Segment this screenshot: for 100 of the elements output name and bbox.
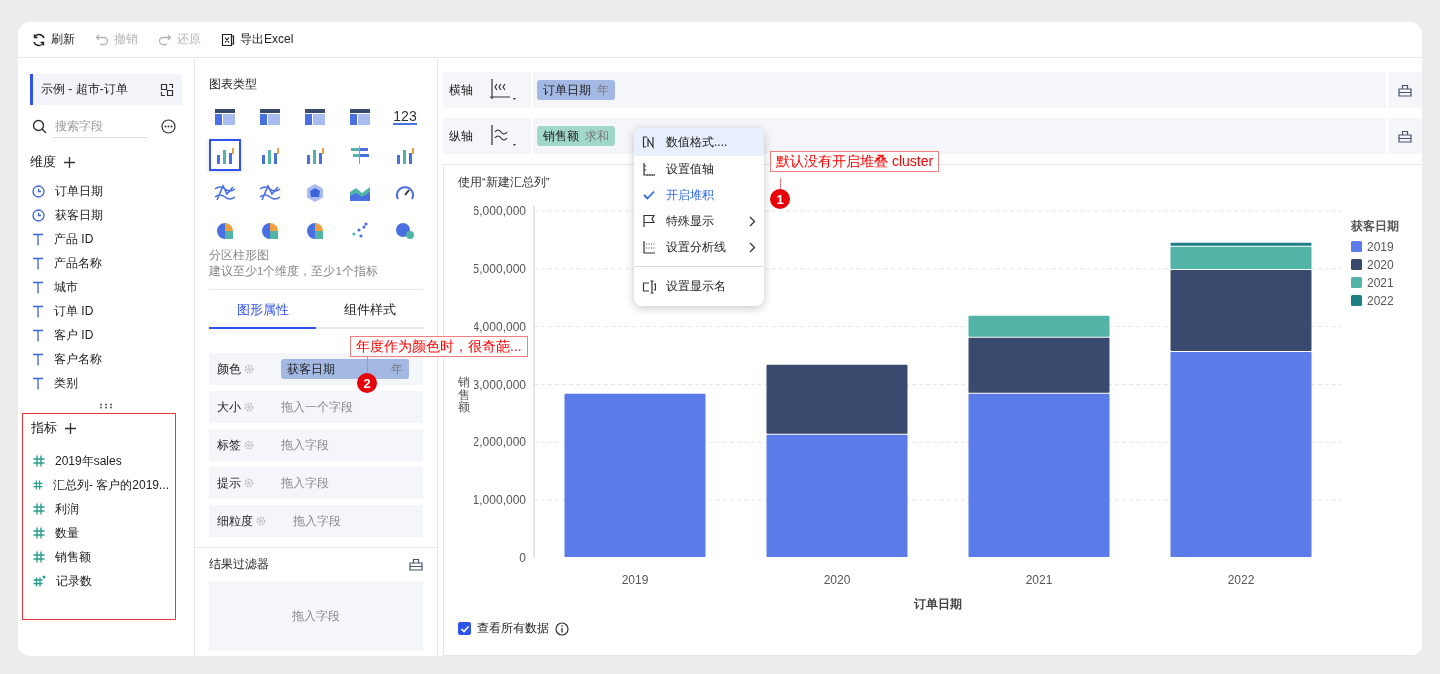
- tick-label: 0: [518, 551, 526, 565]
- annotation-note: 年度作为颜色时，很奇葩...: [350, 336, 528, 357]
- axis-label: 纵轴: [449, 127, 474, 145]
- hash-icon: [33, 527, 45, 539]
- info-icon[interactable]: [555, 621, 569, 636]
- field-item[interactable]: 产品 ID: [30, 227, 182, 251]
- chart-type-hint: 建议至少1个维度，至少1个指标: [209, 264, 379, 279]
- menu-item[interactable]: 特殊显示: [634, 208, 764, 234]
- drop-zone[interactable]: 拖入字段: [281, 436, 329, 454]
- property-label: 提示: [217, 474, 241, 492]
- checkbox-label: 查看所有数据: [477, 620, 549, 637]
- axis-type-icon[interactable]: [489, 124, 519, 148]
- field-pill[interactable]: 订单日期 年: [537, 80, 615, 100]
- section-title: 维度: [30, 154, 56, 171]
- bars-chart-icon[interactable]: [209, 139, 241, 171]
- analysis-line-icon: [642, 240, 656, 254]
- property-label: 大小: [217, 398, 241, 416]
- tick-label: 2020: [823, 573, 850, 587]
- tab[interactable]: 图形属性: [209, 298, 316, 329]
- briefcase-icon[interactable]: [1398, 129, 1412, 143]
- legend-label: 2020: [1366, 258, 1394, 272]
- drop-zone[interactable]: 拖入字段: [293, 512, 341, 530]
- axis-label: 横轴: [449, 81, 474, 99]
- legend-label: 2019: [1366, 240, 1394, 254]
- field-item[interactable]: 记录数: [31, 569, 169, 593]
- add-icon[interactable]: [64, 157, 75, 168]
- clock-icon: [32, 208, 45, 222]
- chevron-right-icon: [749, 215, 756, 227]
- axis-type-icon[interactable]: [489, 78, 519, 102]
- drop-zone[interactable]: 拖入字段: [209, 581, 423, 651]
- clock-icon: [32, 184, 45, 198]
- tick-label: 2,000,000: [473, 435, 526, 450]
- section-title: 图表类型: [209, 76, 258, 93]
- section-title: 指标: [31, 420, 57, 437]
- field-pill[interactable]: 销售额 求和: [537, 126, 615, 146]
- text-type-icon: [32, 256, 44, 270]
- redo-icon: [158, 32, 172, 47]
- flag-icon: [642, 214, 656, 228]
- axis-title: 订单日期: [913, 597, 962, 611]
- resize-handle[interactable]: [99, 403, 113, 409]
- tick-label: 2021: [1025, 573, 1052, 587]
- text-type-icon: [32, 232, 44, 246]
- tick-label: 1,000,000: [473, 493, 526, 508]
- field-item[interactable]: 订单 ID: [30, 299, 182, 323]
- field-item[interactable]: 类别: [30, 371, 182, 395]
- tab[interactable]: 组件样式: [316, 298, 423, 329]
- field-item[interactable]: 订单日期: [30, 179, 182, 203]
- field-item[interactable]: 客户 ID: [30, 323, 182, 347]
- add-icon[interactable]: [65, 423, 76, 434]
- legend-title: 获客日期: [1350, 219, 1399, 233]
- axis-title: 销售额: [458, 376, 470, 414]
- toolbar-button[interactable]: 刷新: [26, 31, 81, 48]
- menu-item[interactable]: 设置显示名: [634, 266, 764, 300]
- more-icon[interactable]: [161, 119, 176, 134]
- checkbox[interactable]: [458, 622, 471, 635]
- dataset-selector[interactable]: 示例 - 超市-订单: [30, 74, 182, 105]
- field-item[interactable]: 数量: [31, 521, 169, 545]
- briefcase-icon[interactable]: [1398, 83, 1412, 97]
- chart-type-name: 分区柱形图: [209, 248, 270, 263]
- chevron-right-icon: [749, 241, 756, 253]
- menu-item[interactable]: 设置值轴: [634, 156, 764, 182]
- briefcase-icon[interactable]: [409, 558, 423, 571]
- tick-label: 2019: [621, 573, 648, 587]
- text-type-icon: [32, 376, 44, 390]
- undo-icon: [95, 32, 109, 47]
- field-item[interactable]: 2019年sales: [31, 449, 169, 473]
- field-item[interactable]: 客户名称: [30, 347, 182, 371]
- chart-caption: 使用“新建汇总列”: [458, 175, 551, 190]
- menu-item[interactable]: 数值格式....: [634, 128, 764, 156]
- field-item[interactable]: 产品名称: [30, 251, 182, 275]
- hash-icon: [33, 503, 45, 515]
- field-item[interactable]: 汇总列- 客户的2019...: [31, 473, 169, 497]
- field-item[interactable]: 销售额: [31, 545, 169, 569]
- number-chart-option[interactable]: 123: [389, 101, 421, 133]
- drop-zone[interactable]: 拖入一个字段: [281, 398, 353, 416]
- text-type-icon: [32, 304, 44, 318]
- text-type-icon: [32, 328, 44, 342]
- text-type-icon: [32, 280, 44, 294]
- axis-icon: [642, 162, 656, 176]
- section-title: 结果过滤器: [209, 556, 269, 573]
- text-type-icon: [32, 352, 44, 366]
- menu-item[interactable]: 设置分析线: [634, 234, 764, 260]
- search-icon: [32, 119, 47, 134]
- rename-icon: [642, 279, 656, 294]
- drop-zone[interactable]: 拖入字段: [281, 474, 329, 492]
- tick-label: 2022: [1227, 573, 1254, 587]
- hash-star-icon: [33, 575, 46, 587]
- legend-label: 2022: [1366, 294, 1394, 308]
- menu-item[interactable]: 开启堆积: [634, 182, 764, 208]
- field-item[interactable]: 获客日期: [30, 203, 182, 227]
- toolbar-button[interactable]: 导出Excel: [215, 31, 300, 48]
- swap-icon[interactable]: [160, 82, 174, 97]
- field-item[interactable]: 利润: [31, 497, 169, 521]
- field-item[interactable]: 城市: [30, 275, 182, 299]
- legend-label: 2021: [1366, 276, 1394, 290]
- number-format-icon: [642, 135, 656, 149]
- property-label: 细粒度: [217, 512, 253, 530]
- tick-label: 6,000,000: [473, 204, 526, 218]
- field-pill[interactable]: 获客日期 年: [281, 359, 409, 379]
- annotation-note: 默认没有开启堆叠 cluster: [770, 151, 940, 172]
